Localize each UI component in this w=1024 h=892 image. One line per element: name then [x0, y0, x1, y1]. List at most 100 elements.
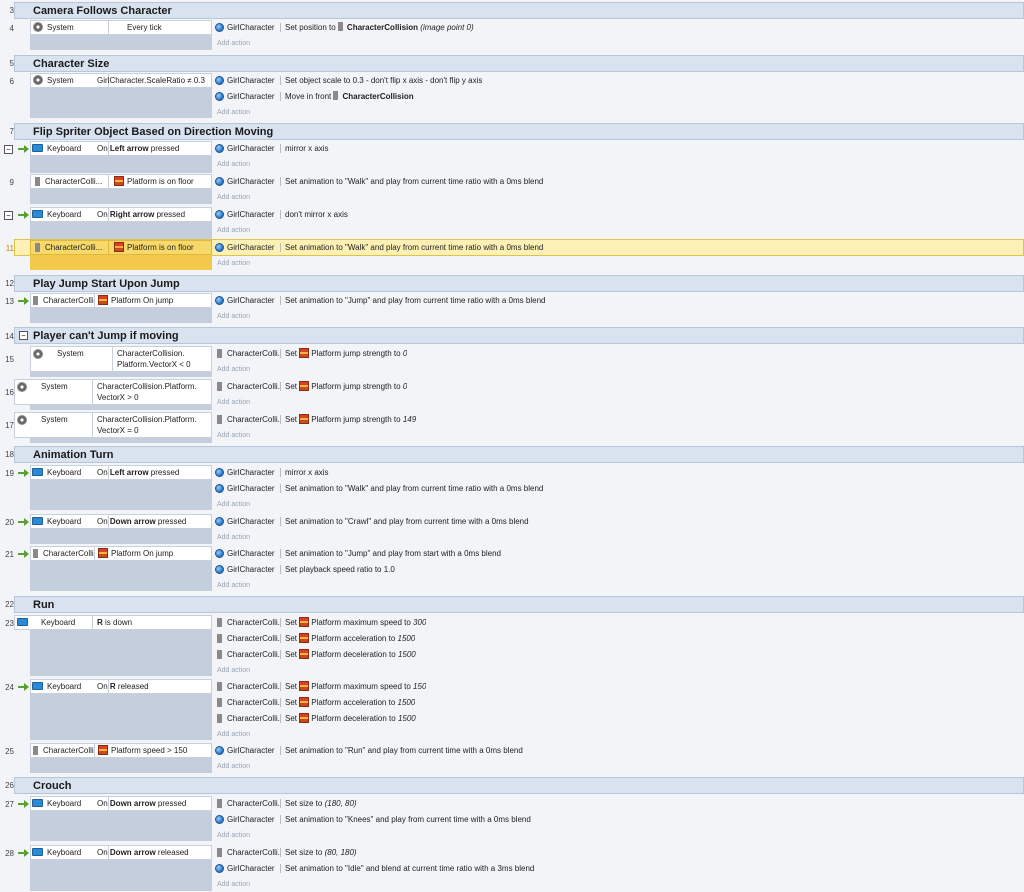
- line-number: 6: [9, 77, 14, 86]
- action-row[interactable]: GirlCharacter Set animation to "Walk" an…: [214, 240, 1024, 255]
- condition[interactable]: System GirlCharacter.ScaleRatio ≠ 0.3: [30, 73, 212, 88]
- condition[interactable]: CharacterColli... Platform On jump: [30, 546, 212, 561]
- condition[interactable]: System Every tick: [30, 20, 212, 35]
- event-group[interactable]: Crouch: [14, 777, 1024, 794]
- action-row[interactable]: GirlCharacter Set animation to "Run" and…: [214, 743, 1024, 758]
- action-row[interactable]: GirlCharacter Set animation to "Walk" an…: [214, 481, 1024, 496]
- add-action-link[interactable]: Add action: [217, 499, 250, 511]
- action-row[interactable]: GirlCharacter mirror x axis: [214, 141, 1024, 156]
- add-action-link[interactable]: Add action: [217, 107, 250, 119]
- add-action-link[interactable]: Add action: [217, 532, 250, 544]
- add-action-link[interactable]: Add action: [217, 397, 250, 409]
- action-row[interactable]: GirlCharacter Set animation to "Knees" a…: [214, 812, 1024, 827]
- event-group[interactable]: Animation Turn: [14, 446, 1024, 463]
- condition[interactable]: Keyboard R is down: [14, 615, 212, 630]
- sprite-icon: [33, 549, 38, 558]
- action-row[interactable]: GirlCharacter Set animation to "Jump" an…: [214, 293, 1024, 308]
- event-group[interactable]: Run: [14, 596, 1024, 613]
- add-action-link[interactable]: Add action: [217, 430, 250, 442]
- event-group[interactable]: − Player can't Jump if moving: [14, 327, 1024, 344]
- platform-icon: [299, 633, 310, 643]
- action-row[interactable]: CharacterColli... Set Platform maximum s…: [214, 615, 1024, 630]
- condition[interactable]: CharacterColli... Platform speed > 150: [30, 743, 212, 758]
- platform-icon: [299, 697, 310, 707]
- action-row[interactable]: GirlCharacter Set animation to "Jump" an…: [214, 546, 1024, 561]
- add-action-link[interactable]: Add action: [217, 665, 250, 677]
- platform-icon: [98, 745, 108, 755]
- action-row[interactable]: GirlCharacter Move in front CharacterCol…: [214, 89, 1024, 104]
- platform-icon: [98, 295, 108, 305]
- sprite-icon: [217, 415, 222, 424]
- event-group[interactable]: Flip Spriter Object Based on Direction M…: [14, 123, 1024, 140]
- platform-icon: [299, 681, 310, 691]
- condition[interactable]: Keyboard On Down arrow pressed: [30, 514, 212, 529]
- line-number: 11: [5, 244, 14, 253]
- action-row[interactable]: GirlCharacter Set animation to "Walk" an…: [214, 174, 1024, 189]
- trigger-arrow-icon: [18, 297, 29, 305]
- add-action-link[interactable]: Add action: [217, 311, 250, 323]
- action-row[interactable]: CharacterColli... Set Platform maximum s…: [214, 679, 1024, 694]
- action-row[interactable]: CharacterColli... Set size to (80, 180): [214, 845, 1024, 860]
- action-object: GirlCharacter: [227, 23, 275, 32]
- event-group[interactable]: Character Size: [14, 55, 1024, 72]
- action-row[interactable]: CharacterColli... Set Platform accelerat…: [214, 695, 1024, 710]
- sprite-icon: [217, 698, 222, 707]
- collapse-toggle[interactable]: −: [19, 331, 28, 340]
- action-row[interactable]: CharacterColli... Set Platform decelerat…: [214, 647, 1024, 662]
- action-row[interactable]: CharacterColli... Set Platform jump stre…: [214, 412, 1024, 427]
- add-action-link[interactable]: Add action: [217, 258, 250, 270]
- add-action-link[interactable]: Add action: [217, 761, 250, 773]
- collapse-toggle[interactable]: −: [4, 145, 13, 154]
- add-action-link[interactable]: Add action: [217, 580, 250, 592]
- condition[interactable]: CharacterColli... Platform On jump: [30, 293, 212, 308]
- gear-icon: [17, 382, 27, 392]
- condition[interactable]: System CharacterCollision.Platform.Vecto…: [14, 379, 212, 405]
- collapse-toggle[interactable]: −: [4, 211, 13, 220]
- add-action-link[interactable]: Add action: [217, 192, 250, 204]
- action-row[interactable]: CharacterColli... Set Platform decelerat…: [214, 711, 1024, 726]
- add-action-link[interactable]: Add action: [217, 38, 250, 50]
- platform-icon: [299, 713, 310, 723]
- action-row[interactable]: CharacterColli... Set Platform jump stre…: [214, 346, 1024, 361]
- condition[interactable]: CharacterColli... Platform is on floor: [30, 174, 212, 189]
- earth-icon: [215, 296, 224, 305]
- add-action-link[interactable]: Add action: [217, 159, 250, 171]
- condition[interactable]: Keyboard On Right arrow pressed: [30, 207, 212, 222]
- event-group[interactable]: Play Jump Start Upon Jump: [14, 275, 1024, 292]
- action-row[interactable]: CharacterColli... Set Platform accelerat…: [214, 631, 1024, 646]
- condition-text: Every tick: [127, 23, 162, 32]
- action-row[interactable]: GirlCharacter Set animation to "Crawl" a…: [214, 514, 1024, 529]
- group-title: Player can't Jump if moving: [33, 330, 179, 342]
- add-action-link[interactable]: Add action: [217, 729, 250, 741]
- earth-icon: [215, 210, 224, 219]
- action-row[interactable]: GirlCharacter Set object scale to 0.3 - …: [214, 73, 1024, 88]
- action-row[interactable]: GirlCharacter mirror x axis: [214, 465, 1024, 480]
- platform-icon: [114, 176, 124, 186]
- action-row[interactable]: GirlCharacter don't mirror x axis: [214, 207, 1024, 222]
- action-row[interactable]: GirlCharacter Set animation to "Idle" an…: [214, 861, 1024, 876]
- add-action-link[interactable]: Add action: [217, 830, 250, 842]
- add-action-link[interactable]: Add action: [217, 364, 250, 376]
- condition[interactable]: Keyboard On Down arrow pressed: [30, 796, 212, 811]
- condition[interactable]: Keyboard On Left arrow pressed: [30, 141, 212, 156]
- condition[interactable]: Keyboard On Down arrow released: [30, 845, 212, 860]
- condition[interactable]: Keyboard On R released: [30, 679, 212, 694]
- sprite-icon: [333, 91, 339, 100]
- add-action-link[interactable]: Add action: [217, 225, 250, 237]
- action-row[interactable]: CharacterColli... Set Platform jump stre…: [214, 379, 1024, 394]
- add-action-link[interactable]: Add action: [217, 879, 250, 891]
- earth-icon: [215, 92, 224, 101]
- sprite-icon: [33, 296, 38, 305]
- event-group[interactable]: Camera Follows Character: [14, 2, 1024, 19]
- sprite-icon: [217, 682, 222, 691]
- line-number: 12: [5, 279, 14, 288]
- action-row[interactable]: CharacterColli... Set size to (180, 80): [214, 796, 1024, 811]
- condition[interactable]: System CharacterCollision.Platform.Vecto…: [30, 346, 212, 372]
- condition[interactable]: Keyboard On Left arrow pressed: [30, 465, 212, 480]
- keyboard-icon: [32, 517, 43, 525]
- action-row[interactable]: GirlCharacter Set playback speed ratio t…: [214, 562, 1024, 577]
- condition[interactable]: System CharacterCollision.Platform.Vecto…: [14, 412, 212, 438]
- keyboard-icon: [32, 848, 43, 856]
- action-row[interactable]: GirlCharacter Set position to CharacterC…: [214, 20, 1024, 35]
- condition[interactable]: CharacterColli... Platform is on floor: [30, 240, 212, 255]
